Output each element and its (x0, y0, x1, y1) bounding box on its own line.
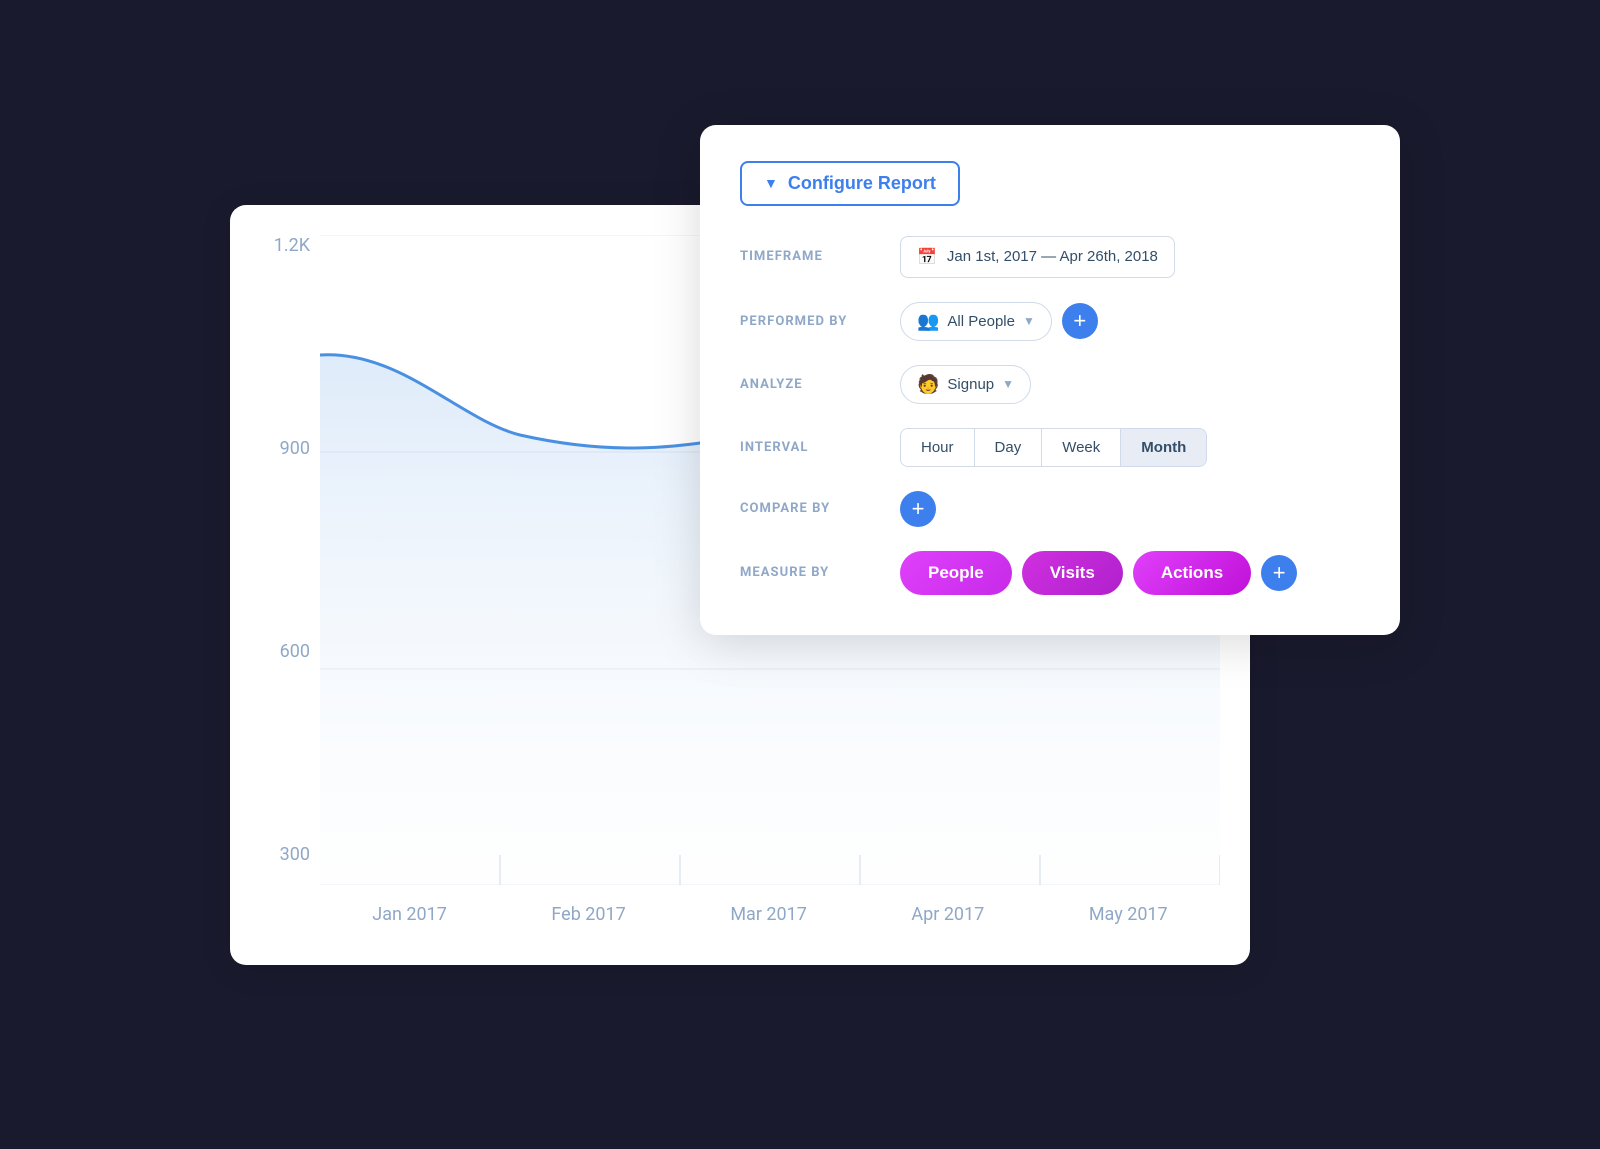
interval-group: Hour Day Week Month (900, 428, 1207, 467)
calendar-icon: 📅 (917, 247, 937, 267)
x-label-4: Apr 2017 (911, 904, 984, 925)
analyze-label: ANALYZE (740, 377, 880, 392)
x-label-1: Jan 2017 (372, 904, 447, 925)
interval-week-button[interactable]: Week (1042, 429, 1121, 466)
measure-by-row: MEASURE BY People Visits Actions + (740, 551, 1360, 595)
compare-by-label: COMPARE BY (740, 501, 880, 516)
analyze-row: ANALYZE 🧑 Signup ▼ (740, 365, 1360, 404)
performed-by-value: All People (947, 313, 1015, 330)
timeframe-label: TIMEFRAME (740, 249, 880, 264)
configure-report-label: Configure Report (788, 173, 936, 194)
x-axis-labels: Jan 2017 Feb 2017 Mar 2017 Apr 2017 May … (320, 885, 1220, 945)
timeframe-button[interactable]: 📅 Jan 1st, 2017 — Apr 26th, 2018 (900, 236, 1175, 278)
x-label-2: Feb 2017 (551, 904, 625, 925)
analyze-arrow-icon: ▼ (1002, 377, 1014, 391)
interval-hour-button[interactable]: Hour (901, 429, 975, 466)
performed-by-arrow-icon: ▼ (1023, 314, 1035, 328)
x-label-5: May 2017 (1089, 904, 1168, 925)
timeframe-row: TIMEFRAME 📅 Jan 1st, 2017 — Apr 26th, 20… (740, 236, 1360, 278)
performed-by-button[interactable]: 👥 All People ▼ (900, 302, 1052, 341)
interval-month-button[interactable]: Month (1121, 429, 1206, 466)
y-label-3: 600 (260, 641, 320, 662)
y-label-4: 300 (260, 844, 320, 865)
configure-report-button[interactable]: ▼ Configure Report (740, 161, 960, 206)
config-panel: ▼ Configure Report TIMEFRAME 📅 Jan 1st, … (700, 125, 1400, 635)
y-label-2: 900 (260, 438, 320, 459)
measure-people-button[interactable]: People (900, 551, 1012, 595)
compare-by-add-button[interactable]: + (900, 491, 936, 527)
performed-by-row: PERFORMED BY 👥 All People ▼ + (740, 302, 1360, 341)
measure-visits-button[interactable]: Visits (1022, 551, 1123, 595)
interval-row: INTERVAL Hour Day Week Month (740, 428, 1360, 467)
people-icon: 👥 (917, 311, 939, 332)
measure-actions-button[interactable]: Actions (1133, 551, 1251, 595)
x-label-3: Mar 2017 (730, 904, 807, 925)
chevron-down-icon: ▼ (764, 175, 778, 191)
config-rows: TIMEFRAME 📅 Jan 1st, 2017 — Apr 26th, 20… (740, 236, 1360, 595)
measure-by-label: MEASURE BY (740, 565, 880, 580)
measure-by-add-button[interactable]: + (1261, 555, 1297, 591)
compare-by-row: COMPARE BY + (740, 491, 1360, 527)
interval-day-button[interactable]: Day (975, 429, 1043, 466)
interval-label: INTERVAL (740, 440, 880, 455)
timeframe-value: Jan 1st, 2017 — Apr 26th, 2018 (947, 248, 1158, 265)
performed-by-label: PERFORMED BY (740, 314, 880, 329)
analyze-icon: 🧑 (917, 374, 939, 395)
y-axis-labels: 1.2K 900 600 300 (260, 235, 320, 885)
analyze-button[interactable]: 🧑 Signup ▼ (900, 365, 1031, 404)
analyze-value: Signup (947, 376, 994, 393)
performed-by-add-button[interactable]: + (1062, 303, 1098, 339)
y-label-1: 1.2K (260, 235, 320, 256)
